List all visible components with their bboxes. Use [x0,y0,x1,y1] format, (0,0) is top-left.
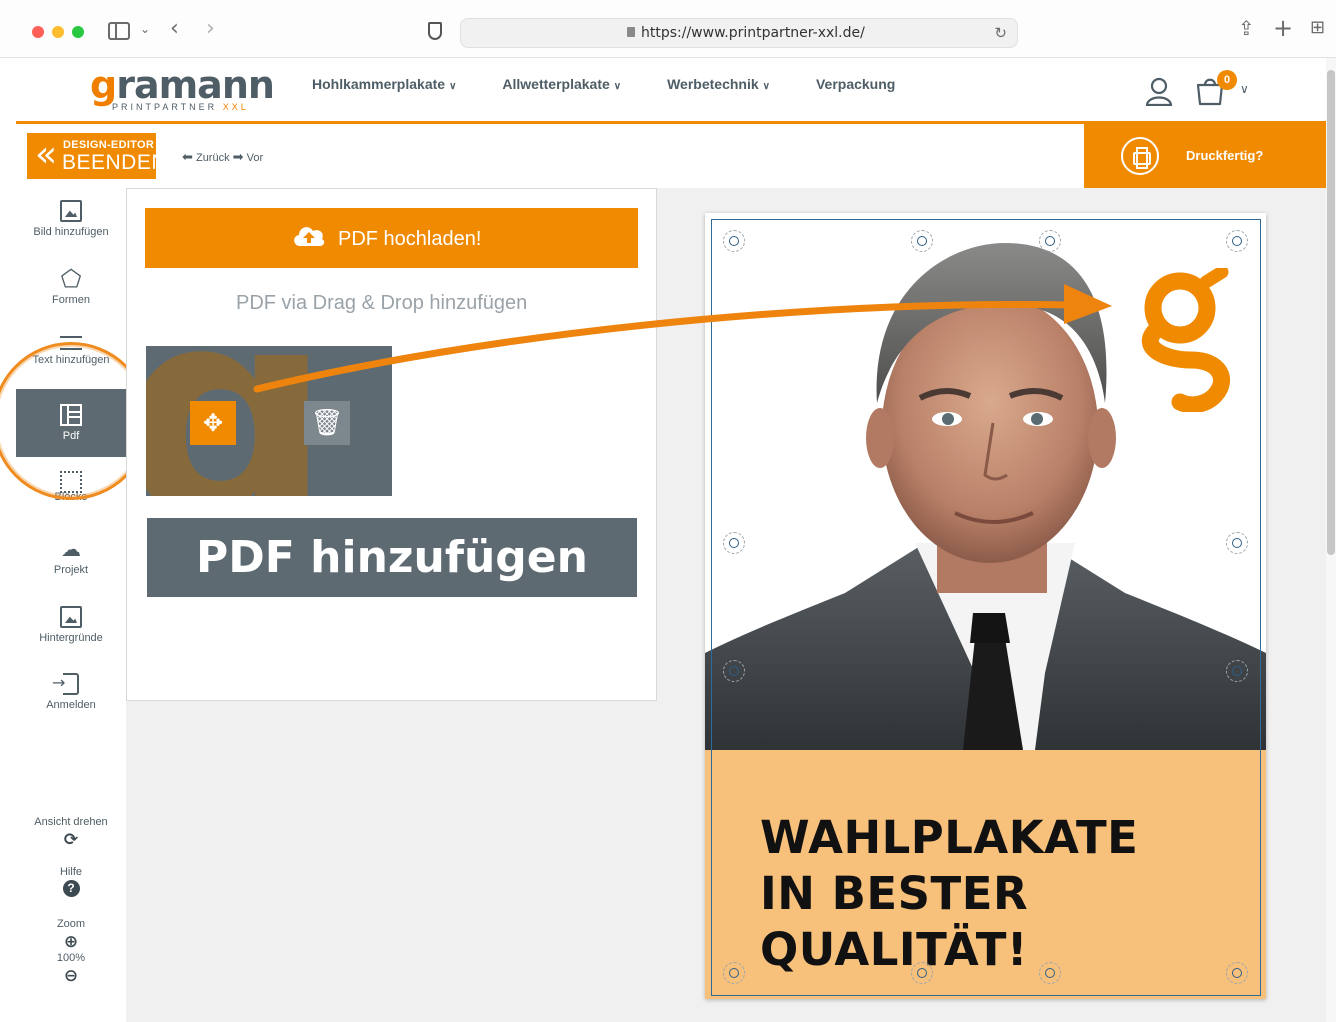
pdf-upload-label: PDF hochladen! [338,228,482,250]
chevron-down-icon: ∨ [762,81,770,92]
cloud-download-icon: ☁ [61,537,81,561]
grommet-marker [911,962,933,984]
chevron-down-icon[interactable]: ∨ [1240,82,1249,96]
tool-project[interactable]: ☁ Projekt [16,538,126,582]
logo-xxl: XXL [222,102,249,112]
cart-count-badge: 0 [1217,70,1237,90]
zoom-value: 100% [56,952,86,964]
pdf-dropzone[interactable]: PDF via Drag & Drop hinzufügen [236,292,527,315]
share-icon[interactable]: ⇪ [1238,18,1255,38]
zoom-out-icon[interactable]: ⊖ [16,966,126,986]
grommet-marker [723,962,745,984]
redo-arrow-icon: ➡ [232,150,244,165]
back-arrow-icon[interactable]: ‹ [170,18,179,40]
minimize-window-button[interactable] [52,26,64,38]
url-text[interactable]: https://www.printpartner-xxl.de/ [641,25,865,41]
nav-werbetechnik[interactable]: Werbetechnik ∨ [667,76,770,92]
browser-toolbar: ⌄ ‹ › https://www.printpartner-xxl.de/ ↻… [0,0,1336,58]
tool-backgrounds[interactable]: Hintergründe [16,606,126,650]
print-ready-label: Druckfertig? [1186,148,1264,163]
pdf-upload-button[interactable]: PDF hochladen! [145,208,638,268]
cloud-upload-icon [294,227,325,246]
privacy-shield-icon[interactable] [428,22,442,40]
tool-shapes[interactable]: ⬠ Formen [16,265,126,324]
pdf-thumbnail[interactable]: g ✥ 🗑 [146,346,392,496]
move-icon[interactable]: ✥ [190,401,236,445]
zoom-in-icon[interactable]: ⊕ [16,932,126,952]
grommet-marker [1226,230,1248,252]
main-nav: Hohlkammerplakate ∨ Allwetterplakate ∨ Wer… [312,76,941,92]
scrollbar-thumb[interactable] [1327,70,1335,555]
user-account-icon[interactable] [1144,76,1174,106]
grommet-marker [911,230,933,252]
address-bar[interactable]: https://www.printpartner-xxl.de/ ↻ [460,18,1018,48]
grommet-marker [723,532,745,554]
grommet-marker [723,660,745,682]
sidebar-toggle-icon[interactable] [108,22,130,40]
landscape-icon [60,606,82,628]
undo-arrow-icon: ⬅ [182,150,193,165]
forward-arrow-icon[interactable]: › [206,18,215,40]
pdf-add-callout: PDF hinzufügen [147,518,637,597]
lock-icon [627,27,635,37]
reload-icon[interactable]: ↻ [994,24,1007,42]
gramann-logo[interactable]: gramann PRINTPARTNER XXL [90,66,275,112]
printer-icon [1121,137,1159,175]
help-icon: ? [62,880,80,897]
help-button[interactable]: Hilfe ? [16,866,126,897]
double-chevron-left-icon: « [35,134,58,175]
chevron-down-icon: ∨ [613,81,622,92]
chevron-down-icon[interactable]: ⌄ [140,23,150,35]
grommet-marker [1039,230,1061,252]
undo-redo: ⬅ Zurück ➡ Vor [182,150,263,165]
undo-button[interactable]: ⬅ Zurück [182,150,230,165]
grommet-marker [1226,962,1248,984]
grommet-marker [1226,532,1248,554]
logo-wordmark: ramann [116,63,275,107]
exit-button-label: BEENDEN [62,151,168,174]
poster-headline[interactable]: WAHLPLAKATE IN BESTER QUALITÄT! [760,810,1266,978]
grommet-marker [1039,962,1061,984]
tool-add-image[interactable]: Bild hinzufügen [16,200,126,256]
close-window-button[interactable] [32,26,44,38]
chevron-down-icon: ∨ [449,81,457,92]
trash-icon[interactable]: 🗑 [304,401,350,445]
image-icon [60,200,82,222]
exit-button-kicker: DESIGN-EDITOR [63,139,155,151]
nav-hohlkammerplakate[interactable]: Hohlkammerplakate ∨ [312,76,456,92]
exit-design-editor-button[interactable]: « DESIGN-EDITOR BEENDEN [27,133,167,179]
poster-text-band: WAHLPLAKATE IN BESTER QUALITÄT! [705,750,1266,999]
placed-logo-g[interactable] [1136,268,1236,412]
sign-in-icon [52,673,79,695]
nav-verpackung[interactable]: Verpackung [816,76,895,92]
logo-subline: PRINTPARTNER [112,102,218,112]
nav-allwetterplakate[interactable]: Allwetterplakate ∨ [502,76,621,92]
grommet-marker [723,230,745,252]
new-tab-icon[interactable]: + [1273,16,1293,40]
editor-toolbar: « DESIGN-EDITOR BEENDEN ⬅ Zurück ➡ Vor D… [16,124,1326,188]
redo-button[interactable]: ➡ Vor [232,150,263,165]
print-ready-button[interactable]: Druckfertig? [1084,124,1326,188]
rotate-icon: ⟳ [63,830,79,850]
tab-overview-icon[interactable]: ⊞ [1310,19,1325,37]
grommet-marker [1226,660,1248,682]
tool-sign-in[interactable]: Anmelden [16,673,126,717]
logo-g: g [90,63,117,107]
site-header: gramann PRINTPARTNER XXL Hohlkammerplaka… [16,58,1326,122]
rotate-view-button[interactable]: Ansicht drehen ⟳ [16,816,126,850]
zoom-control: Zoom ⊕ 100% ⊖ [16,918,126,986]
maximize-window-button[interactable] [72,26,84,38]
pentagon-icon: ⬠ [60,265,82,293]
